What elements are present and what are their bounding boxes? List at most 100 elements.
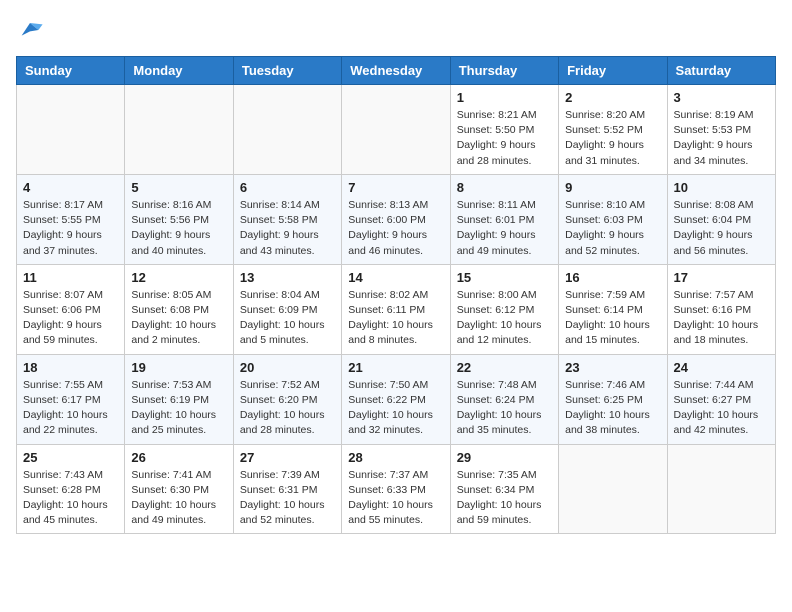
calendar-day-cell: 5 Sunrise: 8:16 AMSunset: 5:56 PMDaylight… — [125, 174, 233, 264]
day-number: 22 — [457, 360, 552, 375]
day-number: 21 — [348, 360, 443, 375]
day-info: Sunrise: 7:52 AMSunset: 6:20 PMDaylight:… — [240, 378, 335, 439]
day-info: Sunrise: 8:14 AMSunset: 5:58 PMDaylight:… — [240, 198, 335, 259]
calendar-week-row: 25 Sunrise: 7:43 AMSunset: 6:28 PMDayligh… — [17, 444, 776, 534]
calendar-day-cell: 8 Sunrise: 8:11 AMSunset: 6:01 PMDaylight… — [450, 174, 558, 264]
day-number: 23 — [565, 360, 660, 375]
day-of-week-header: Thursday — [450, 57, 558, 85]
day-info: Sunrise: 7:41 AMSunset: 6:30 PMDaylight:… — [131, 468, 226, 529]
day-number: 3 — [674, 90, 769, 105]
calendar-day-cell: 6 Sunrise: 8:14 AMSunset: 5:58 PMDaylight… — [233, 174, 341, 264]
calendar-day-cell: 29 Sunrise: 7:35 AMSunset: 6:34 PMDayligh… — [450, 444, 558, 534]
calendar-day-cell: 7 Sunrise: 8:13 AMSunset: 6:00 PMDaylight… — [342, 174, 450, 264]
day-number: 17 — [674, 270, 769, 285]
day-info: Sunrise: 7:46 AMSunset: 6:25 PMDaylight:… — [565, 378, 660, 439]
day-info: Sunrise: 8:02 AMSunset: 6:11 PMDaylight:… — [348, 288, 443, 349]
calendar-day-cell: 17 Sunrise: 7:57 AMSunset: 6:16 PMDayligh… — [667, 264, 775, 354]
day-number: 13 — [240, 270, 335, 285]
day-number: 28 — [348, 450, 443, 465]
day-info: Sunrise: 8:21 AMSunset: 5:50 PMDaylight:… — [457, 108, 552, 169]
calendar-day-cell: 1 Sunrise: 8:21 AMSunset: 5:50 PMDaylight… — [450, 85, 558, 175]
day-of-week-header: Friday — [559, 57, 667, 85]
logo-bird-icon — [16, 16, 44, 44]
day-number: 29 — [457, 450, 552, 465]
day-info: Sunrise: 7:53 AMSunset: 6:19 PMDaylight:… — [131, 378, 226, 439]
day-number: 26 — [131, 450, 226, 465]
day-of-week-header: Saturday — [667, 57, 775, 85]
calendar-day-cell: 19 Sunrise: 7:53 AMSunset: 6:19 PMDayligh… — [125, 354, 233, 444]
calendar-day-cell: 20 Sunrise: 7:52 AMSunset: 6:20 PMDayligh… — [233, 354, 341, 444]
calendar-day-cell: 23 Sunrise: 7:46 AMSunset: 6:25 PMDayligh… — [559, 354, 667, 444]
calendar-day-cell — [233, 85, 341, 175]
calendar-day-cell: 24 Sunrise: 7:44 AMSunset: 6:27 PMDayligh… — [667, 354, 775, 444]
calendar-week-row: 11 Sunrise: 8:07 AMSunset: 6:06 PMDayligh… — [17, 264, 776, 354]
day-number: 6 — [240, 180, 335, 195]
day-of-week-header: Tuesday — [233, 57, 341, 85]
day-info: Sunrise: 8:17 AMSunset: 5:55 PMDaylight:… — [23, 198, 118, 259]
day-number: 25 — [23, 450, 118, 465]
day-info: Sunrise: 8:05 AMSunset: 6:08 PMDaylight:… — [131, 288, 226, 349]
day-number: 10 — [674, 180, 769, 195]
day-number: 24 — [674, 360, 769, 375]
calendar-day-cell: 9Sunrise: 8:10 AMSunset: 6:03 PMDaylight… — [559, 174, 667, 264]
day-number: 20 — [240, 360, 335, 375]
day-of-week-header: Sunday — [17, 57, 125, 85]
calendar-day-cell: 18Sunrise: 7:55 AMSunset: 6:17 PMDayligh… — [17, 354, 125, 444]
day-info: Sunrise: 7:39 AMSunset: 6:31 PMDaylight:… — [240, 468, 335, 529]
calendar-day-cell: 26 Sunrise: 7:41 AMSunset: 6:30 PMDayligh… — [125, 444, 233, 534]
day-number: 18 — [23, 360, 118, 375]
calendar-day-cell: 15 Sunrise: 8:00 AMSunset: 6:12 PMDayligh… — [450, 264, 558, 354]
calendar-day-cell — [667, 444, 775, 534]
day-number: 7 — [348, 180, 443, 195]
day-number: 19 — [131, 360, 226, 375]
calendar-day-cell: 21 Sunrise: 7:50 AMSunset: 6:22 PMDayligh… — [342, 354, 450, 444]
calendar-day-cell: 28 Sunrise: 7:37 AMSunset: 6:33 PMDayligh… — [342, 444, 450, 534]
day-of-week-header: Monday — [125, 57, 233, 85]
day-info: Sunrise: 7:50 AMSunset: 6:22 PMDaylight:… — [348, 378, 443, 439]
calendar-day-cell — [17, 85, 125, 175]
day-info: Sunrise: 8:04 AMSunset: 6:09 PMDaylight:… — [240, 288, 335, 349]
day-info: Sunrise: 7:48 AMSunset: 6:24 PMDaylight:… — [457, 378, 552, 439]
calendar-header-row: SundayMondayTuesdayWednesdayThursdayFrid… — [17, 57, 776, 85]
day-number: 11 — [23, 270, 118, 285]
calendar-day-cell — [559, 444, 667, 534]
day-info: Sunrise: 7:59 AMSunset: 6:14 PMDaylight:… — [565, 288, 660, 349]
day-number: 12 — [131, 270, 226, 285]
calendar-day-cell: 3 Sunrise: 8:19 AMSunset: 5:53 PMDaylight… — [667, 85, 775, 175]
logo — [16, 16, 48, 44]
calendar-day-cell: 22 Sunrise: 7:48 AMSunset: 6:24 PMDayligh… — [450, 354, 558, 444]
calendar-day-cell: 11 Sunrise: 8:07 AMSunset: 6:06 PMDayligh… — [17, 264, 125, 354]
calendar-day-cell — [125, 85, 233, 175]
day-number: 15 — [457, 270, 552, 285]
calendar-week-row: 4 Sunrise: 8:17 AMSunset: 5:55 PMDaylight… — [17, 174, 776, 264]
day-number: 5 — [131, 180, 226, 195]
day-info: Sunrise: 8:20 AMSunset: 5:52 PMDaylight:… — [565, 108, 660, 169]
day-info: Sunrise: 7:35 AMSunset: 6:34 PMDaylight:… — [457, 468, 552, 529]
day-info: Sunrise: 8:16 AMSunset: 5:56 PMDaylight:… — [131, 198, 226, 259]
day-info: Sunrise: 8:13 AMSunset: 6:00 PMDaylight:… — [348, 198, 443, 259]
day-number: 4 — [23, 180, 118, 195]
calendar-day-cell: 16 Sunrise: 7:59 AMSunset: 6:14 PMDayligh… — [559, 264, 667, 354]
day-info: Sunrise: 8:00 AMSunset: 6:12 PMDaylight:… — [457, 288, 552, 349]
day-info: Sunrise: 8:19 AMSunset: 5:53 PMDaylight:… — [674, 108, 769, 169]
calendar-day-cell: 4 Sunrise: 8:17 AMSunset: 5:55 PMDaylight… — [17, 174, 125, 264]
calendar-day-cell: 2 Sunrise: 8:20 AMSunset: 5:52 PMDaylight… — [559, 85, 667, 175]
day-info: Sunrise: 7:44 AMSunset: 6:27 PMDaylight:… — [674, 378, 769, 439]
day-info: Sunrise: 8:07 AMSunset: 6:06 PMDaylight:… — [23, 288, 118, 349]
day-number: 1 — [457, 90, 552, 105]
calendar-day-cell — [342, 85, 450, 175]
day-info: Sunrise: 7:37 AMSunset: 6:33 PMDaylight:… — [348, 468, 443, 529]
day-number: 16 — [565, 270, 660, 285]
day-info: Sunrise: 7:57 AMSunset: 6:16 PMDaylight:… — [674, 288, 769, 349]
day-number: 8 — [457, 180, 552, 195]
calendar-day-cell: 13 Sunrise: 8:04 AMSunset: 6:09 PMDayligh… — [233, 264, 341, 354]
day-info: Sunrise: 7:43 AMSunset: 6:28 PMDaylight:… — [23, 468, 118, 529]
day-info: Sunrise: 8:08 AMSunset: 6:04 PMDaylight:… — [674, 198, 769, 259]
calendar-week-row: 18Sunrise: 7:55 AMSunset: 6:17 PMDayligh… — [17, 354, 776, 444]
calendar-day-cell: 25 Sunrise: 7:43 AMSunset: 6:28 PMDayligh… — [17, 444, 125, 534]
day-info: Sunrise: 8:11 AMSunset: 6:01 PMDaylight:… — [457, 198, 552, 259]
day-info: Sunrise: 8:10 AMSunset: 6:03 PMDaylight:… — [565, 198, 660, 259]
day-number: 14 — [348, 270, 443, 285]
calendar-week-row: 1 Sunrise: 8:21 AMSunset: 5:50 PMDaylight… — [17, 85, 776, 175]
day-number: 2 — [565, 90, 660, 105]
